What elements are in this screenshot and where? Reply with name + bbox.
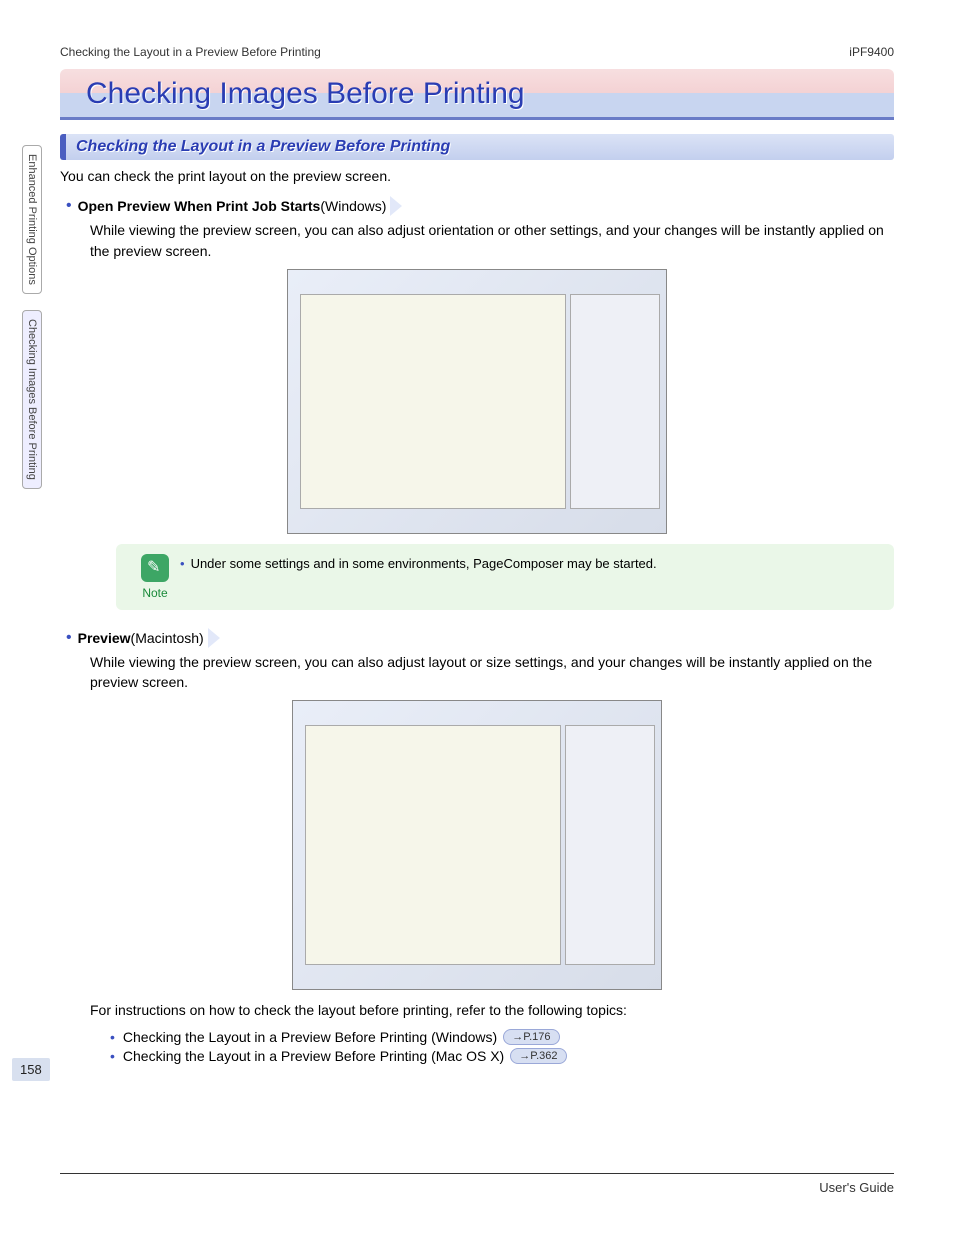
header-right: iPF9400 [849,45,894,59]
section-title: Checking the Layout in a Preview Before … [76,138,884,156]
bullet-icon: • [180,556,185,571]
ref-text: Checking the Layout in a Preview Before … [123,1029,497,1045]
screenshot-windows [287,269,667,534]
text-mac: While viewing the preview screen, you ca… [90,652,894,693]
section-bar: Checking the Layout in a Preview Before … [60,134,894,160]
intro-text: You can check the print layout on the pr… [60,166,894,186]
bullet-icon: • [110,1048,115,1064]
running-header: Checking the Layout in a Preview Before … [60,45,894,59]
screenshot-mac [292,700,662,990]
feature-os-mac: (Macintosh) [131,630,204,646]
chevron-right-icon [208,628,220,648]
ref-intro: For instructions on how to check the lay… [90,1000,894,1020]
ref-list: • Checking the Layout in a Preview Befor… [110,1029,894,1064]
chevron-right-icon [390,196,402,216]
ref-text: Checking the Layout in a Preview Before … [123,1048,504,1064]
footer: User's Guide [60,1173,894,1195]
page-link[interactable]: →P.176 [503,1029,559,1045]
bullet-icon: • [110,1029,115,1045]
note-label: Note [130,586,180,600]
note-box: Note • Under some settings and in some en… [116,544,894,610]
feature-mac: • Preview (Macintosh) [66,628,894,648]
feature-label-mac: Preview [78,630,131,646]
ref-item: • Checking the Layout in a Preview Befor… [110,1029,894,1045]
bullet-icon: • [66,197,72,215]
footer-text: User's Guide [819,1180,894,1195]
chapter-bar: Checking Images Before Printing [60,69,894,120]
bullet-icon: • [66,629,72,647]
page-link[interactable]: →P.362 [510,1048,566,1064]
feature-windows: • Open Preview When Print Job Starts (Wi… [66,196,894,216]
ref-item: • Checking the Layout in a Preview Befor… [110,1048,894,1064]
text-windows: While viewing the preview screen, you ca… [90,220,894,261]
feature-os-win: (Windows) [320,198,386,214]
note-icon [141,554,169,582]
header-left: Checking the Layout in a Preview Before … [60,45,321,59]
feature-label-win: Open Preview When Print Job Starts [78,198,321,214]
note-text: Under some settings and in some environm… [191,556,657,571]
chapter-title: Checking Images Before Printing [60,69,894,117]
